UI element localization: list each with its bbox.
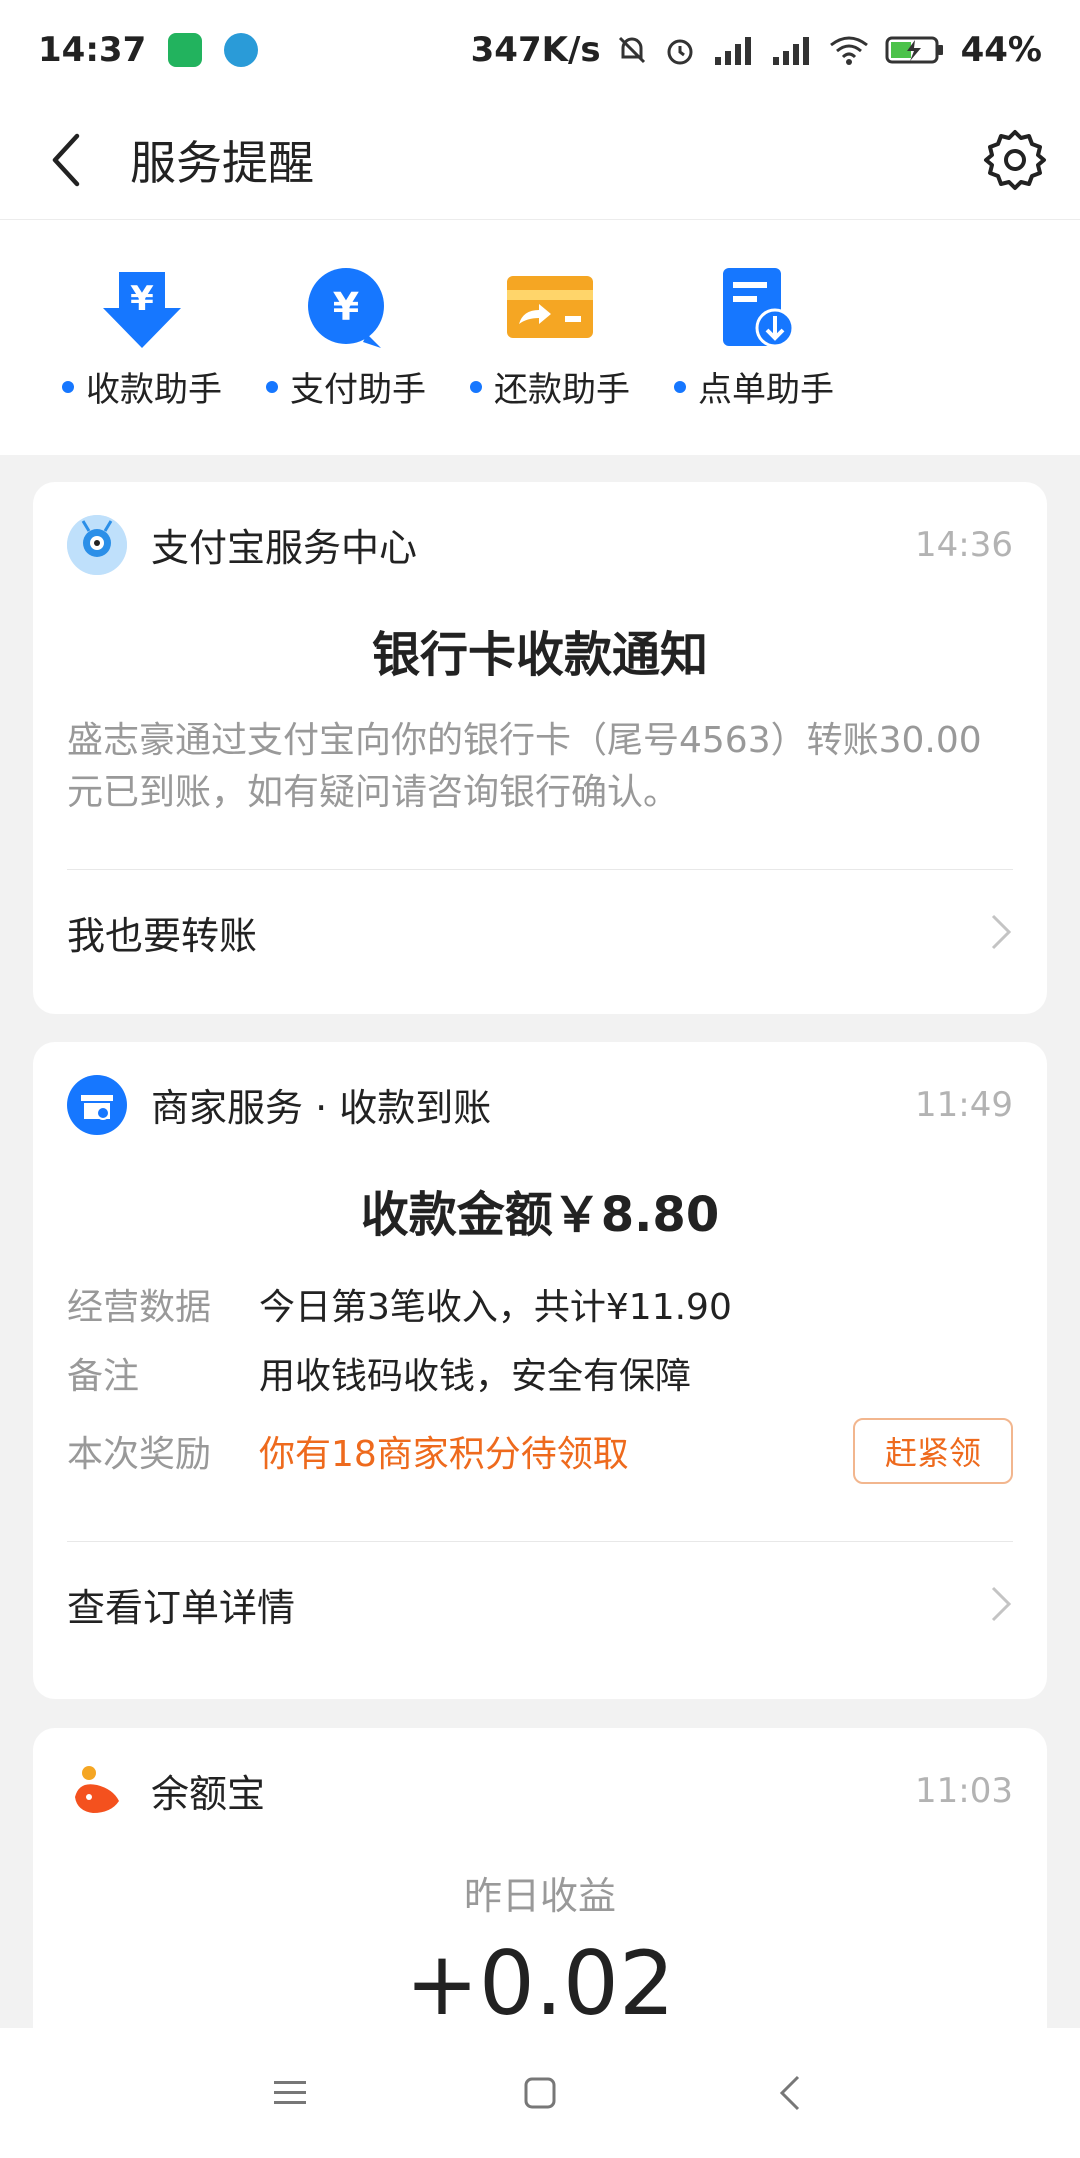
card-header: 支付宝服务中心 14:36 — [33, 482, 1047, 607]
wifi-icon — [829, 36, 868, 65]
menu-button[interactable] — [260, 2063, 320, 2123]
chevron-left-icon — [52, 133, 80, 186]
detail-row: 本次奖励 你有18商家积分待领取 赶紧领 — [33, 1407, 1047, 1495]
notification-card[interactable]: 余额宝 11:03 昨日收益 +0.02 — [33, 1728, 1047, 2028]
home-square-icon — [524, 2077, 556, 2109]
helper-repay[interactable]: 还款助手 — [448, 220, 652, 455]
detail-key: 备注 — [67, 1355, 140, 1397]
helper-label: 收款助手 — [86, 370, 222, 410]
service-center-avatar — [67, 514, 127, 575]
card-source: 商家服务 · 收款到账 — [151, 1086, 492, 1130]
helper-label: 支付助手 — [290, 370, 426, 410]
card-body: 盛志豪通过支付宝向你的银行卡（尾号4563）转账30.00元已到账，如有疑问请咨… — [67, 720, 982, 813]
home-button[interactable] — [510, 2063, 570, 2123]
page-title: 服务提醒 — [130, 135, 314, 190]
back-button[interactable] — [0, 100, 130, 220]
yield-label: 昨日收益 — [463, 1874, 616, 1918]
telegram-icon — [224, 33, 259, 67]
unread-dot — [266, 380, 278, 393]
signal-hd-icon — [714, 37, 751, 65]
header: 服务提醒 — [0, 100, 1080, 220]
status-time: 14:37 — [38, 30, 147, 70]
chevron-right-icon — [991, 1586, 1012, 1622]
card-title: 收款金额￥8.80 — [360, 1187, 720, 1243]
battery-percent: 44% — [960, 30, 1042, 70]
ant-mascot-icon — [67, 514, 127, 575]
status-bar: 14:37 347K/s 44% — [0, 0, 1080, 100]
detail-value: 今日第3笔收入，共计¥11.90 — [259, 1286, 732, 1328]
claim-button[interactable]: 赶紧领 — [853, 1418, 1013, 1484]
unread-dot — [62, 380, 74, 393]
pay-yuan-icon: ¥ — [301, 264, 391, 354]
helper-shortcuts: ¥ 收款助手 ¥ 支付助手 还款助手 点单助手 — [0, 220, 1080, 455]
chevron-right-icon — [991, 914, 1012, 950]
back-nav-button[interactable] — [760, 2063, 820, 2123]
detail-key: 经营数据 — [67, 1286, 212, 1328]
shop-icon — [81, 1094, 113, 1120]
link-label: 我也要转账 — [67, 913, 258, 958]
card-time: 14:36 — [915, 524, 1013, 565]
svg-text:¥: ¥ — [130, 279, 154, 319]
detail-key: 本次奖励 — [67, 1434, 212, 1475]
helper-receive[interactable]: ¥ 收款助手 — [40, 220, 244, 455]
unread-dot — [674, 380, 686, 393]
battery-charging-icon — [885, 36, 943, 64]
detail-row: 备注 用收钱码收钱，安全有保障 — [33, 1338, 1047, 1407]
card-source: 支付宝服务中心 — [151, 526, 418, 570]
yuebao-fish-icon — [75, 1765, 119, 1813]
notification-card: 支付宝服务中心 14:36 银行卡收款通知 盛志豪通过支付宝向你的银行卡（尾号4… — [33, 482, 1047, 1014]
unread-dot — [470, 380, 482, 393]
yield-amount: +0.02 — [405, 1932, 675, 2029]
helper-pay[interactable]: ¥ 支付助手 — [244, 220, 448, 455]
detail-row: 经营数据 今日第3笔收入，共计¥11.90 — [33, 1269, 1047, 1338]
alarm-icon — [667, 39, 693, 65]
order-details-link[interactable]: 查看订单详情 — [33, 1542, 1047, 1666]
gear-icon — [984, 129, 1046, 190]
repay-card-icon — [505, 264, 595, 354]
card-time: 11:03 — [915, 1770, 1013, 1811]
helper-order[interactable]: 点单助手 — [652, 220, 856, 455]
detail-value: 用收钱码收钱，安全有保障 — [259, 1355, 692, 1397]
helper-label: 还款助手 — [494, 370, 630, 410]
network-speed: 347K/s — [470, 30, 601, 70]
svg-text:¥: ¥ — [333, 285, 359, 329]
transfer-link[interactable]: 我也要转账 — [33, 870, 1047, 994]
back-triangle-icon — [779, 2075, 800, 2111]
reward-value: 你有18商家积分待领取 — [259, 1434, 629, 1475]
receive-money-icon: ¥ — [97, 264, 187, 354]
menu-icon — [274, 2081, 306, 2104]
card-header: 余额宝 11:03 — [33, 1728, 1047, 1853]
settings-button[interactable] — [950, 100, 1080, 220]
card-source: 余额宝 — [151, 1772, 266, 1816]
order-doc-icon — [709, 264, 799, 354]
signal-hd-icon — [772, 37, 809, 65]
helper-label: 点单助手 — [698, 370, 834, 410]
shield-app-icon — [168, 33, 203, 67]
link-label: 查看订单详情 — [67, 1585, 296, 1630]
merchant-avatar — [67, 1074, 127, 1135]
notification-card: 商家服务 · 收款到账 11:49 收款金额￥8.80 经营数据 今日第3笔收入… — [33, 1042, 1047, 1699]
system-nav-bar — [0, 2028, 1080, 2158]
card-time: 11:49 — [915, 1084, 1013, 1125]
yuebao-avatar — [67, 1760, 127, 1821]
card-header: 商家服务 · 收款到账 11:49 — [33, 1042, 1047, 1167]
mute-bell-icon — [618, 36, 645, 64]
card-title: 银行卡收款通知 — [371, 627, 708, 683]
